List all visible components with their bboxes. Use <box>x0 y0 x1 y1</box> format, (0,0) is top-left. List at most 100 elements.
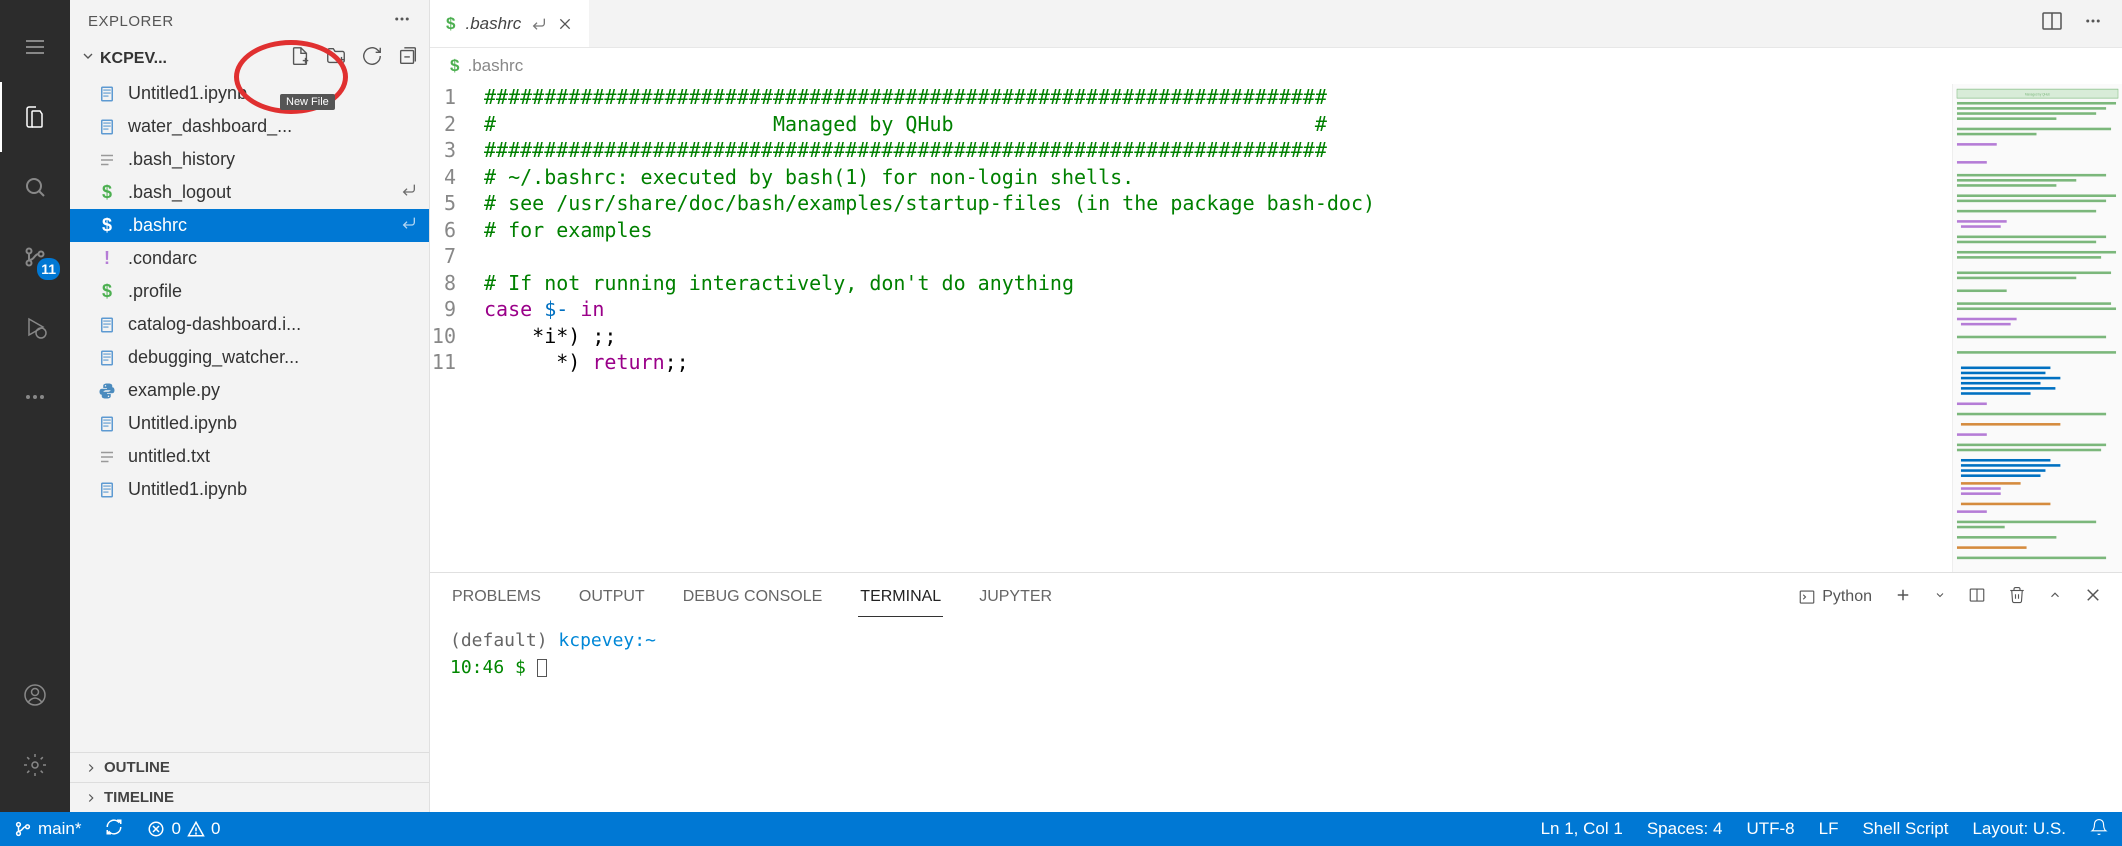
folder-header[interactable]: KCPEV... <box>70 42 429 75</box>
search-icon[interactable] <box>0 152 70 222</box>
status-bar: main* 0 0 Ln 1, Col 1 Spaces: 4 UTF-8 LF… <box>0 812 2122 846</box>
code-line-content: # for examples <box>484 218 653 242</box>
file-name: .condarc <box>128 248 197 269</box>
file-name: water_dashboard_... <box>128 116 292 137</box>
sync-icon[interactable] <box>105 818 123 841</box>
language-mode[interactable]: Shell Script <box>1862 819 1948 839</box>
tab-jupyter[interactable]: JUPYTER <box>977 578 1054 616</box>
file-name: untitled.txt <box>128 446 210 467</box>
settings-gear-icon[interactable] <box>0 730 70 800</box>
file-item[interactable]: example.py <box>70 374 429 407</box>
more-actions-icon[interactable] <box>393 10 411 32</box>
menu-icon[interactable] <box>0 12 70 82</box>
close-panel-icon[interactable] <box>2084 586 2102 609</box>
file-name: Untitled1.ipynb <box>128 83 247 104</box>
new-file-icon[interactable] <box>289 45 311 72</box>
code-line-content: ########################################… <box>484 138 1327 162</box>
file-item[interactable]: catalog-dashboard.i... <box>70 308 429 341</box>
errors-warnings[interactable]: 0 0 <box>147 819 220 839</box>
file-type-icon <box>96 479 118 501</box>
code-line-content: ########################################… <box>484 85 1327 109</box>
trash-icon[interactable] <box>2008 586 2026 609</box>
file-type-icon <box>96 314 118 336</box>
source-control-icon[interactable]: 11 <box>0 222 70 292</box>
activity-bar: 11 <box>0 0 70 812</box>
eol[interactable]: LF <box>1819 819 1839 839</box>
file-item[interactable]: .bash_history <box>70 143 429 176</box>
file-item[interactable]: ! .condarc <box>70 242 429 275</box>
split-editor-icon[interactable] <box>2040 9 2064 38</box>
run-debug-icon[interactable] <box>0 292 70 362</box>
file-type-icon <box>96 116 118 138</box>
tab-terminal[interactable]: TERMINAL <box>858 578 943 617</box>
timeline-section[interactable]: TIMELINE <box>70 782 429 812</box>
file-name: .bash_history <box>128 149 235 170</box>
breadcrumb[interactable]: $ .bashrc <box>430 48 2122 84</box>
dollar-icon: $ <box>446 14 455 34</box>
file-item[interactable]: $.bash_logout <box>70 176 429 209</box>
file-name: debugging_watcher... <box>128 347 299 368</box>
code-line-content: # Managed by QHub # <box>484 112 1327 136</box>
encoding[interactable]: UTF-8 <box>1746 819 1794 839</box>
panel-tabs: PROBLEMS OUTPUT DEBUG CONSOLE TERMINAL J… <box>430 573 2122 621</box>
minimap[interactable]: Managed by QHub <box>1952 84 2122 572</box>
cursor-position[interactable]: Ln 1, Col 1 <box>1541 819 1623 839</box>
more-tab-actions-icon[interactable] <box>2084 12 2102 35</box>
line-number: 9 <box>430 297 484 321</box>
file-type-icon <box>96 446 118 468</box>
file-item[interactable]: $.profile <box>70 275 429 308</box>
scm-badge: 11 <box>37 258 60 280</box>
chevron-up-icon[interactable] <box>2048 588 2062 607</box>
file-item[interactable]: debugging_watcher... <box>70 341 429 374</box>
outline-section[interactable]: OUTLINE <box>70 752 429 782</box>
file-item[interactable]: Untitled1.ipynb <box>70 473 429 506</box>
svg-text:Managed by QHub: Managed by QHub <box>2025 92 2050 96</box>
file-name: Untitled1.ipynb <box>128 479 247 500</box>
chevron-down-icon[interactable] <box>1934 588 1946 606</box>
close-icon[interactable] <box>557 16 573 32</box>
file-type-icon <box>96 347 118 369</box>
terminal-selector[interactable]: Python <box>1798 588 1872 606</box>
file-item[interactable]: Untitled.ipynb <box>70 407 429 440</box>
file-name: .bashrc <box>128 215 187 236</box>
new-terminal-icon[interactable] <box>1894 586 1912 609</box>
chevron-down-icon <box>80 48 96 69</box>
file-item[interactable]: untitled.txt <box>70 440 429 473</box>
file-tree: Untitled1.ipynb water_dashboard_... .bash_… <box>70 75 429 752</box>
line-number: 6 <box>430 218 484 242</box>
file-type-icon <box>96 413 118 435</box>
indentation[interactable]: Spaces: 4 <box>1647 819 1723 839</box>
collapse-all-icon[interactable] <box>397 45 419 72</box>
more-icon[interactable] <box>0 362 70 432</box>
file-type-icon: ! <box>96 248 118 270</box>
new-folder-icon[interactable] <box>325 45 347 72</box>
editor-tab-bashrc[interactable]: $ .bashrc <box>430 0 589 47</box>
branch-indicator[interactable]: main* <box>14 819 81 839</box>
branch-icon <box>14 820 32 838</box>
notifications-icon[interactable] <box>2090 818 2108 841</box>
editor-area: $ .bashrc $ .bashrc 1###################… <box>430 0 2122 812</box>
file-name: catalog-dashboard.i... <box>128 314 301 335</box>
file-item[interactable]: water_dashboard_... <box>70 110 429 143</box>
explorer-icon[interactable] <box>0 82 70 152</box>
code-editor[interactable]: 1#######################################… <box>430 84 1952 572</box>
code-line-content: *i*) ;; <box>484 324 616 348</box>
account-icon[interactable] <box>0 660 70 730</box>
line-number: 10 <box>430 324 484 348</box>
keyboard-layout[interactable]: Layout: U.S. <box>1972 819 2066 839</box>
tab-debug-console[interactable]: DEBUG CONSOLE <box>681 578 825 616</box>
file-item[interactable]: $.bashrc <box>70 209 429 242</box>
terminal[interactable]: (default) kcpevey:~ 10:46 $ <box>430 621 2122 812</box>
tab-output[interactable]: OUTPUT <box>577 578 647 616</box>
code-line-content: *) return;; <box>484 350 689 374</box>
folder-name: KCPEV... <box>100 50 167 68</box>
panel-area: PROBLEMS OUTPUT DEBUG CONSOLE TERMINAL J… <box>430 572 2122 812</box>
file-item[interactable]: Untitled1.ipynb <box>70 77 429 110</box>
tab-problems[interactable]: PROBLEMS <box>450 578 543 616</box>
file-name: example.py <box>128 380 220 401</box>
line-number: 8 <box>430 271 484 295</box>
line-number: 3 <box>430 138 484 162</box>
tooltip: New File <box>280 94 335 110</box>
split-terminal-icon[interactable] <box>1968 586 1986 609</box>
refresh-icon[interactable] <box>361 45 383 72</box>
